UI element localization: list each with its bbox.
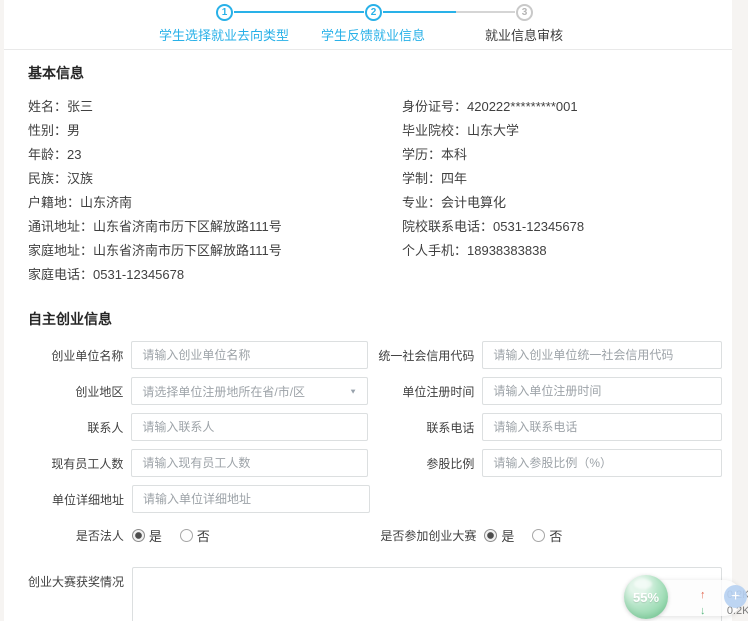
form-card: 1 学生选择就业去向类型 2 学生反馈就业信息 3 就业信息审核 基本信息 姓名… [4, 0, 732, 621]
expand-plus-button[interactable]: + [724, 585, 747, 608]
contact-phone-input[interactable] [482, 413, 722, 441]
form-row-textarea: 创业大赛获奖情况 [28, 567, 722, 621]
stepper: 1 学生选择就业去向类型 2 学生反馈就业信息 3 就业信息审核 [4, 0, 732, 50]
step-1-circle: 1 [216, 4, 233, 21]
region-select[interactable]: 请选择单位注册地所在省/市/区 ▼ [131, 377, 368, 405]
contact-phone-label: 联系电话 [368, 419, 474, 436]
contact-person-input[interactable] [131, 413, 368, 441]
legal-person-no-option[interactable]: 否 [180, 526, 210, 545]
form-content: 基本信息 姓名：张三 性别：男 年龄：23 民族：汉族 户籍地：山东济南 通讯地… [4, 50, 732, 621]
step-3-circle: 3 [516, 4, 533, 21]
basic-info-section: 姓名：张三 性别：男 年龄：23 民族：汉族 户籍地：山东济南 通讯地址：山东省… [28, 95, 722, 287]
basic-info-title: 基本信息 [28, 63, 722, 83]
join-competition-no-option[interactable]: 否 [532, 526, 562, 545]
register-time-input[interactable] [482, 377, 722, 405]
progress-orb[interactable]: 55% [624, 575, 668, 619]
info-id-number: 身份证号：420222*********001 [402, 95, 722, 119]
company-name-label: 创业单位名称 [28, 347, 123, 364]
form-row-4: 现有员工人数 参股比例 [28, 449, 722, 477]
step-3-label: 就业信息审核 [424, 25, 624, 44]
stepper-connector-2-3-done [383, 11, 456, 13]
info-major: 专业：会计电算化 [402, 191, 722, 215]
join-competition-yes-radio[interactable] [484, 529, 497, 542]
progress-percent: 55% [633, 590, 659, 605]
employee-count-input[interactable] [131, 449, 368, 477]
share-ratio-input[interactable] [482, 449, 722, 477]
register-time-label: 单位注册时间 [368, 383, 474, 400]
info-schooling-length: 学制：四年 [402, 167, 722, 191]
credit-code-input[interactable] [482, 341, 722, 369]
legal-person-no-radio[interactable] [180, 529, 193, 542]
info-household-registration: 户籍地：山东济南 [28, 191, 402, 215]
info-home-address: 家庭地址：山东省济南市历下区解放路111号 [28, 239, 402, 263]
company-address-input[interactable] [132, 485, 370, 513]
employee-count-label: 现有员工人数 [28, 455, 123, 472]
company-name-input[interactable] [131, 341, 368, 369]
info-age: 年龄：23 [28, 143, 402, 167]
info-name: 姓名：张三 [28, 95, 402, 119]
startup-info-form: 创业单位名称 统一社会信用代码 创业地区 请选择单位注册地所在省/市/区 ▼ 单… [28, 341, 722, 621]
info-gender: 性别：男 [28, 119, 402, 143]
company-address-label: 单位详细地址 [28, 491, 124, 508]
info-degree: 学历：本科 [402, 143, 722, 167]
legal-person-yes-radio[interactable] [132, 529, 145, 542]
legal-person-label: 是否法人 [28, 527, 124, 544]
info-home-phone: 家庭电话：0531-12345678 [28, 263, 402, 287]
startup-info-title: 自主创业信息 [28, 309, 722, 329]
join-competition-no-radio[interactable] [532, 529, 545, 542]
upload-arrow-icon: ↑ [700, 589, 712, 601]
share-ratio-label: 参股比例 [368, 455, 474, 472]
legal-person-radio-group: 是 否 [132, 526, 370, 545]
form-row-2: 创业地区 请选择单位注册地所在省/市/区 ▼ 单位注册时间 [28, 377, 722, 405]
join-competition-yes-option[interactable]: 是 [484, 526, 514, 545]
basic-info-left-column: 姓名：张三 性别：男 年龄：23 民族：汉族 户籍地：山东济南 通讯地址：山东省… [28, 95, 402, 287]
info-ethnicity: 民族：汉族 [28, 167, 402, 191]
join-competition-label: 是否参加创业大赛 [370, 527, 477, 544]
region-select-placeholder: 请选择单位注册地所在省/市/区 [142, 383, 305, 400]
form-row-3: 联系人 联系电话 [28, 413, 722, 441]
legal-person-yes-option[interactable]: 是 [132, 526, 162, 545]
form-row-radios: 是否法人 是 否 是否参加创业大赛 [28, 525, 722, 545]
competition-award-label: 创业大赛获奖情况 [28, 567, 124, 590]
page: 1 学生选择就业去向类型 2 学生反馈就业信息 3 就业信息审核 基本信息 姓名… [0, 0, 748, 621]
stepper-connector-1-2 [234, 11, 364, 13]
info-mailing-address: 通讯地址：山东省济南市历下区解放路111号 [28, 215, 402, 239]
credit-code-label: 统一社会信用代码 [368, 347, 474, 364]
step-2-circle: 2 [365, 4, 382, 21]
join-competition-radio-group: 是 否 [484, 526, 722, 545]
info-college: 毕业院校：山东大学 [402, 119, 722, 143]
info-college-phone: 院校联系电话：0531-12345678 [402, 215, 722, 239]
speed-monitor-widget: ↑ 0.2K/s ↓ 0.2K/s 55% + [620, 574, 748, 621]
contact-person-label: 联系人 [28, 419, 123, 436]
basic-info-right-column: 身份证号：420222*********001 毕业院校：山东大学 学历：本科 … [402, 95, 722, 287]
form-row-5: 单位详细地址 [28, 485, 722, 513]
chevron-down-icon: ▼ [349, 387, 357, 395]
region-label: 创业地区 [28, 383, 123, 400]
info-mobile-phone: 个人手机：18938383838 [402, 239, 722, 263]
download-arrow-icon: ↓ [700, 605, 712, 617]
form-row-1: 创业单位名称 统一社会信用代码 [28, 341, 722, 369]
stepper-connector-2-3-pending [456, 11, 515, 13]
